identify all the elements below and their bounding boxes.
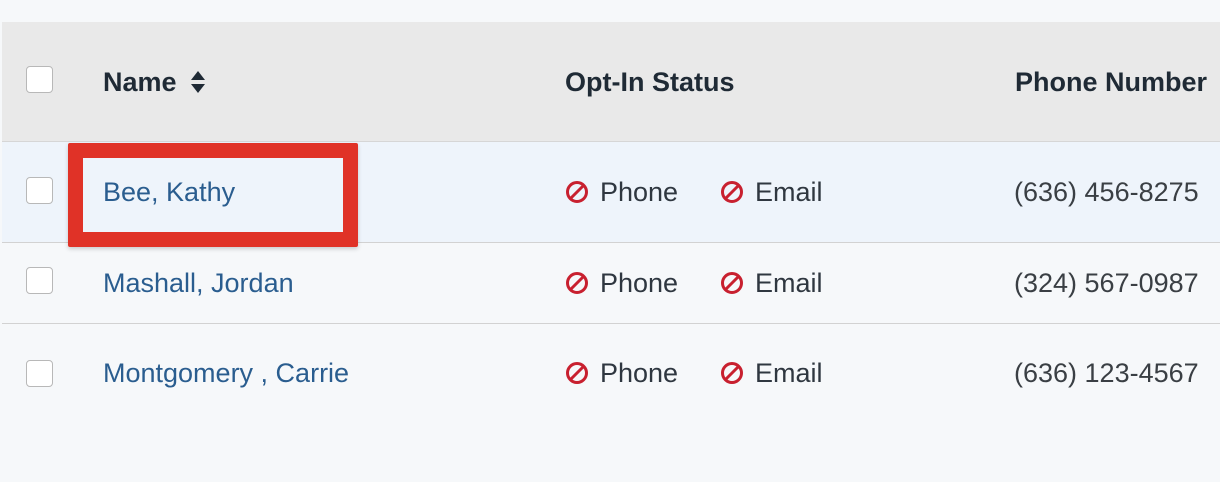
table-header: Name Opt-In Status Phone Number	[2, 22, 1220, 142]
row-checkbox[interactable]	[26, 177, 53, 204]
column-header-name[interactable]: Name	[103, 65, 206, 99]
highlight-box	[68, 143, 358, 247]
opt-in-email-status: Email	[720, 266, 823, 300]
opt-in-phone-status: Phone	[565, 266, 678, 300]
opt-in-email-status: Email	[720, 356, 823, 390]
row-checkbox[interactable]	[26, 267, 53, 294]
contact-name-link[interactable]: Montgomery , Carrie	[103, 356, 349, 390]
column-header-opt-in-status: Opt-In Status	[565, 67, 735, 97]
contact-name-link[interactable]: Mashall, Jordan	[103, 266, 294, 300]
opt-in-phone-status: Phone	[565, 175, 678, 209]
sort-icon[interactable]	[190, 70, 206, 94]
column-header-phone-number: Phone Number	[1015, 67, 1208, 97]
not-allowed-icon	[566, 181, 588, 203]
phone-number: (636) 123-4567	[1014, 358, 1199, 388]
not-allowed-icon	[721, 362, 743, 384]
opt-in-email-label: Email	[755, 358, 823, 388]
row-checkbox[interactable]	[26, 360, 53, 387]
not-allowed-icon	[721, 181, 743, 203]
not-allowed-icon	[721, 272, 743, 294]
select-all-checkbox[interactable]	[26, 66, 53, 93]
opt-in-phone-label: Phone	[600, 177, 679, 207]
table-row: Mashall, Jordan Phone Email (324) 567-09…	[2, 243, 1220, 324]
opt-in-phone-label: Phone	[600, 358, 679, 388]
opt-in-phone-status: Phone	[565, 356, 678, 390]
table-row: Montgomery , Carrie Phone Email (636) 12…	[2, 324, 1220, 424]
opt-in-phone-label: Phone	[600, 268, 679, 298]
not-allowed-icon	[566, 362, 588, 384]
not-allowed-icon	[566, 272, 588, 294]
opt-in-email-label: Email	[755, 177, 823, 207]
column-header-name-label: Name	[103, 67, 177, 97]
phone-number: (636) 456-8275	[1014, 177, 1199, 207]
opt-in-email-status: Email	[720, 175, 823, 209]
opt-in-email-label: Email	[755, 268, 823, 298]
phone-number: (324) 567-0987	[1014, 268, 1199, 298]
